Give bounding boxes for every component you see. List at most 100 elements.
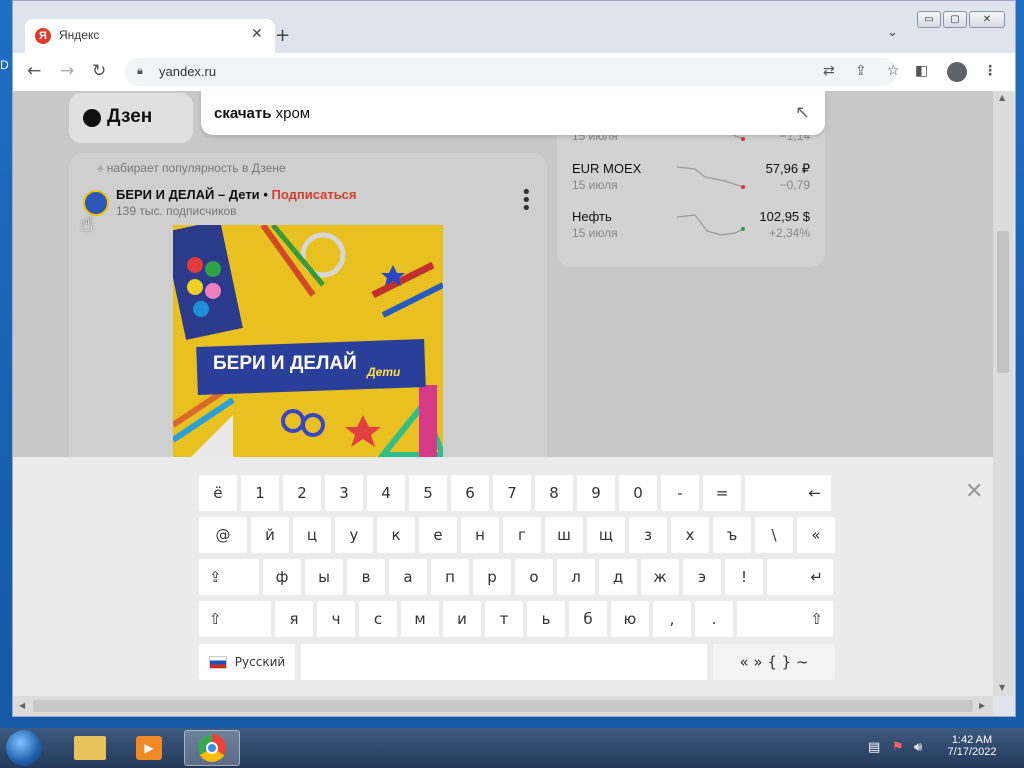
key-row1-2[interactable]: 2 bbox=[283, 475, 321, 511]
key-row1-1[interactable]: 1 bbox=[241, 475, 279, 511]
key-row2-7[interactable]: г bbox=[503, 517, 541, 553]
key-row3-4[interactable]: а bbox=[389, 559, 427, 595]
key-row1-0[interactable]: ё bbox=[199, 475, 237, 511]
key-row3-5[interactable]: п bbox=[431, 559, 469, 595]
subscribe-link[interactable]: Подписаться bbox=[272, 187, 357, 202]
dzen-logo-card[interactable]: Дзен bbox=[69, 93, 193, 143]
key-row1-9[interactable]: 9 bbox=[577, 475, 615, 511]
symbols-key[interactable]: « » { } ~ bbox=[713, 644, 835, 680]
search-query-text[interactable]: скачать хром bbox=[214, 105, 310, 122]
key-row1-5[interactable]: 5 bbox=[409, 475, 447, 511]
close-window-button[interactable]: ✕ bbox=[969, 11, 1005, 28]
chrome-taskbar-button[interactable] bbox=[184, 730, 240, 766]
back-icon[interactable]: ← bbox=[27, 61, 41, 81]
minimize-button[interactable]: ▭ bbox=[917, 11, 941, 28]
key-row3-7[interactable]: о bbox=[515, 559, 553, 595]
vertical-scrollbar[interactable]: ▲ ▼ bbox=[993, 91, 1013, 696]
taskbar-clock[interactable]: 1:42 AM 7/17/2022 bbox=[944, 734, 1000, 758]
stock-name[interactable]: Нефть bbox=[572, 209, 612, 224]
key-row4-6[interactable]: т bbox=[485, 601, 523, 637]
key-row1-6[interactable]: 6 bbox=[451, 475, 489, 511]
key-row4-1[interactable]: я bbox=[275, 601, 313, 637]
key-row4-2[interactable]: ч bbox=[317, 601, 355, 637]
tab-close-icon[interactable]: ✕ bbox=[251, 26, 263, 42]
article-thumbnail[interactable]: БЕРИ И ДЕЛАЙ Дети bbox=[173, 225, 443, 465]
key-row3-2[interactable]: ы bbox=[305, 559, 343, 595]
scroll-down-icon[interactable]: ▼ bbox=[999, 683, 1005, 692]
reload-icon[interactable]: ↻ bbox=[92, 61, 106, 81]
key-row4-7[interactable]: ь bbox=[527, 601, 565, 637]
key-row4-5[interactable]: и bbox=[443, 601, 481, 637]
key-row2-6[interactable]: н bbox=[461, 517, 499, 553]
key-row3-12[interactable]: ! bbox=[725, 559, 763, 595]
key-row1-13[interactable]: ← bbox=[745, 475, 831, 511]
browser-tab[interactable]: Я Яндекс ✕ bbox=[25, 19, 275, 53]
key-row2-14[interactable]: « bbox=[797, 517, 835, 553]
key-row1-11[interactable]: - bbox=[661, 475, 699, 511]
key-row2-5[interactable]: е bbox=[419, 517, 457, 553]
key-row4-4[interactable]: м bbox=[401, 601, 439, 637]
explorer-taskbar-button[interactable] bbox=[62, 730, 118, 766]
channel-name[interactable]: БЕРИ И ДЕЛАЙ – Дети • Подписаться bbox=[116, 187, 357, 202]
bookmark-star-icon[interactable]: ☆ bbox=[887, 63, 900, 79]
key-row4-11[interactable]: . bbox=[695, 601, 733, 637]
key-row4-3[interactable]: с bbox=[359, 601, 397, 637]
key-row3-1[interactable]: ф bbox=[263, 559, 301, 595]
horizontal-scroll-thumb[interactable] bbox=[33, 700, 973, 712]
key-row2-8[interactable]: ш bbox=[545, 517, 583, 553]
key-row2-10[interactable]: з bbox=[629, 517, 667, 553]
key-row3-11[interactable]: э bbox=[683, 559, 721, 595]
key-row2-3[interactable]: у bbox=[335, 517, 373, 553]
key-row2-12[interactable]: ъ bbox=[713, 517, 751, 553]
language-switch-key[interactable]: Русский bbox=[199, 644, 295, 680]
key-row4-8[interactable]: б bbox=[569, 601, 607, 637]
translate-icon[interactable]: ⇄ bbox=[823, 63, 835, 79]
key-row2-13[interactable]: \ bbox=[755, 517, 793, 553]
key-row2-9[interactable]: щ bbox=[587, 517, 625, 553]
key-row2-1[interactable]: й bbox=[251, 517, 289, 553]
more-options-icon[interactable]: • • • bbox=[521, 184, 532, 218]
key-row2-2[interactable]: ц bbox=[293, 517, 331, 553]
key-row3-10[interactable]: ж bbox=[641, 559, 679, 595]
tab-search-chevron-icon[interactable]: ⌄ bbox=[887, 25, 898, 40]
key-row3-0[interactable]: ⇪ bbox=[199, 559, 259, 595]
scroll-right-icon[interactable]: ▶ bbox=[979, 701, 985, 710]
key-row1-12[interactable]: = bbox=[703, 475, 741, 511]
profile-avatar-icon[interactable] bbox=[947, 62, 967, 82]
maximize-button[interactable]: ▢ bbox=[943, 11, 967, 28]
network-icon[interactable]: ▤ bbox=[868, 740, 880, 755]
vertical-scroll-thumb[interactable] bbox=[997, 231, 1009, 373]
side-panel-icon[interactable]: ◧ bbox=[915, 63, 928, 79]
scroll-left-icon[interactable]: ◀ bbox=[19, 701, 25, 710]
menu-kebab-icon[interactable]: ⋮ bbox=[983, 63, 997, 79]
key-row3-3[interactable]: в bbox=[347, 559, 385, 595]
space-key[interactable] bbox=[301, 644, 707, 680]
key-row2-4[interactable]: к bbox=[377, 517, 415, 553]
key-row3-9[interactable]: д bbox=[599, 559, 637, 595]
key-row1-10[interactable]: 0 bbox=[619, 475, 657, 511]
stock-name[interactable]: EUR MOEX bbox=[572, 161, 641, 176]
share-icon[interactable]: ⇪ bbox=[855, 63, 867, 79]
address-bar[interactable]: 🔒︎ yandex.ru ⇄ ⇪ ☆ bbox=[125, 58, 900, 86]
key-row2-11[interactable]: х bbox=[671, 517, 709, 553]
horizontal-scrollbar[interactable]: ◀ ▶ bbox=[13, 696, 993, 716]
search-suggestion-bar[interactable]: скачать хром ↖ bbox=[201, 91, 825, 135]
key-row1-7[interactable]: 7 bbox=[493, 475, 531, 511]
scroll-up-icon[interactable]: ▲ bbox=[999, 93, 1005, 102]
key-row3-13[interactable]: ↵ bbox=[767, 559, 833, 595]
media-player-taskbar-button[interactable]: ▶ bbox=[122, 730, 178, 766]
key-row4-12[interactable]: ⇧ bbox=[737, 601, 833, 637]
fill-query-arrow-icon[interactable]: ↖ bbox=[795, 102, 810, 123]
start-button[interactable] bbox=[6, 730, 42, 766]
keyboard-close-icon[interactable]: ✕ bbox=[965, 479, 983, 504]
volume-icon[interactable]: 🔊︎ bbox=[914, 740, 922, 755]
key-row4-10[interactable]: , bbox=[653, 601, 691, 637]
new-tab-icon[interactable]: + bbox=[275, 25, 290, 46]
key-row3-8[interactable]: л bbox=[557, 559, 595, 595]
action-center-icon[interactable]: ⚑ bbox=[892, 740, 904, 755]
lock-icon[interactable]: 🔒︎ bbox=[137, 64, 143, 78]
key-row4-9[interactable]: ю bbox=[611, 601, 649, 637]
key-row1-3[interactable]: 3 bbox=[325, 475, 363, 511]
key-row1-4[interactable]: 4 bbox=[367, 475, 405, 511]
key-row1-8[interactable]: 8 bbox=[535, 475, 573, 511]
